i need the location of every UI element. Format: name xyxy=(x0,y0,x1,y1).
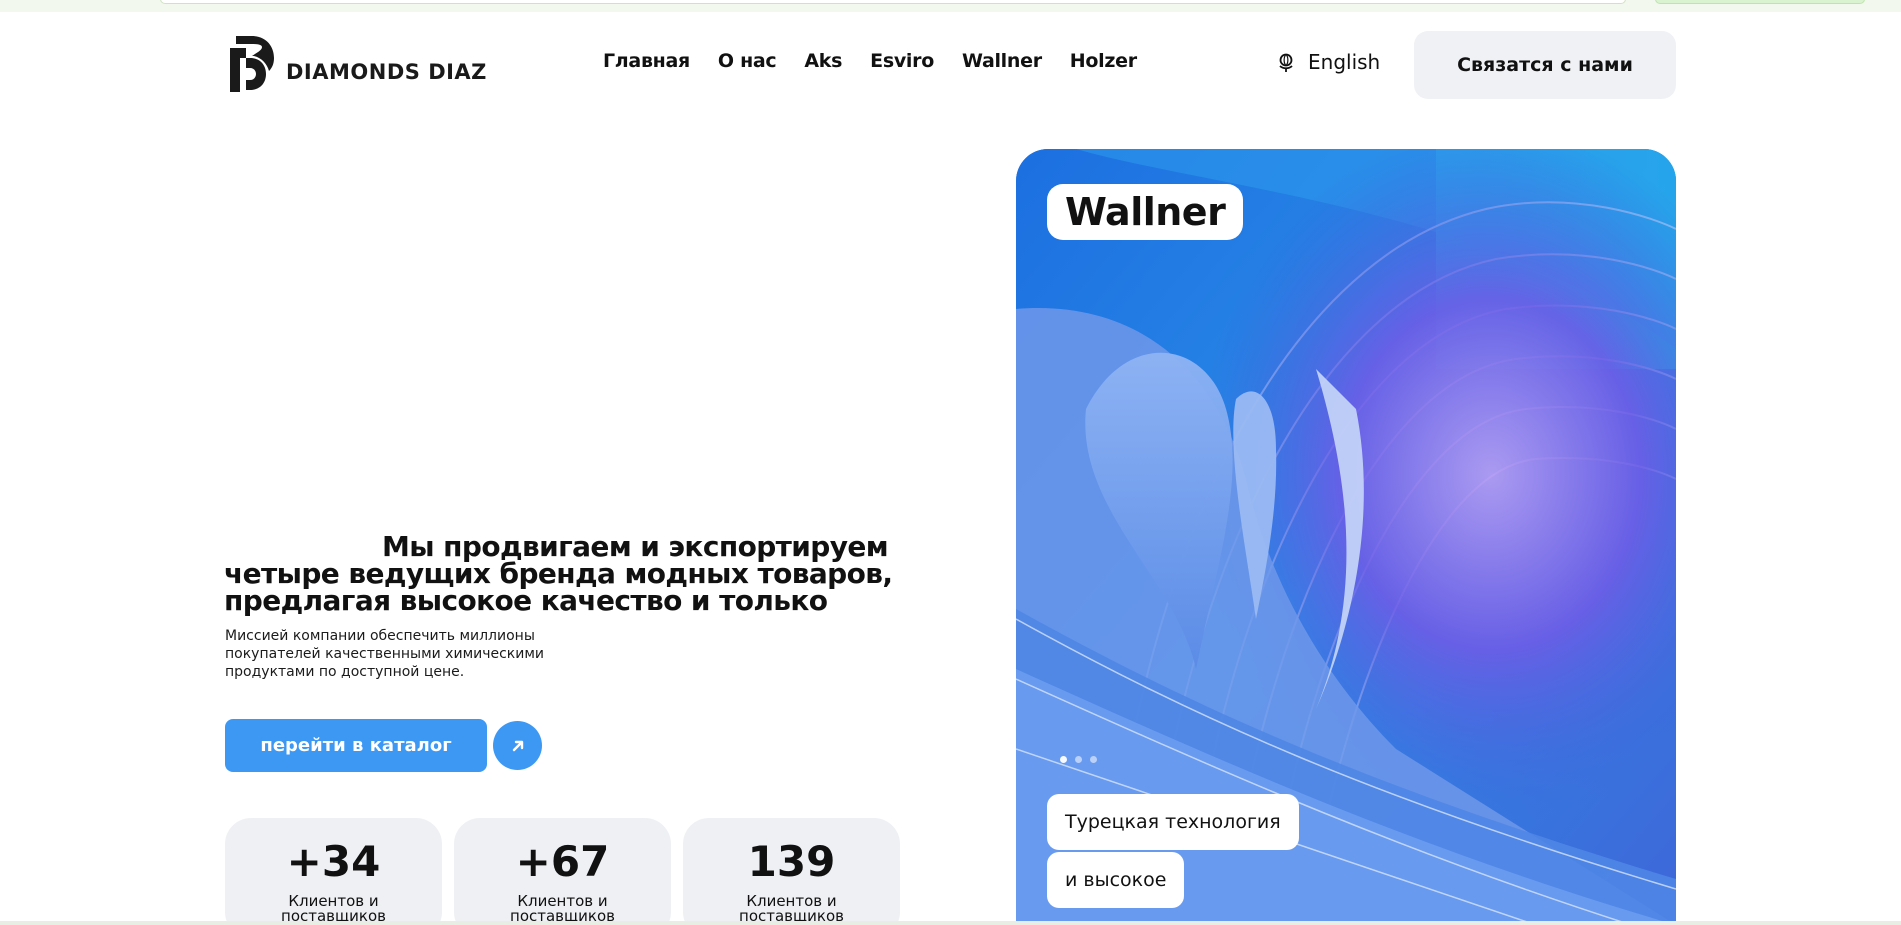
nav-link-about[interactable]: О нас xyxy=(718,50,777,72)
stat-value: 139 xyxy=(747,837,836,886)
nav-link-home[interactable]: Главная xyxy=(603,50,690,72)
main-nav: Главная О нас Aks Esviro Wallner Holzer xyxy=(603,50,1137,72)
slider-dot[interactable] xyxy=(1075,756,1082,763)
hero-description: Миссией компании обеспечить миллионы пок… xyxy=(225,628,545,680)
stat-card: 139 Клиентов и поставщиков xyxy=(683,818,900,925)
nav-link-esviro[interactable]: Esviro xyxy=(870,50,934,72)
catalog-arrow-button[interactable] xyxy=(493,721,542,770)
browser-top-strip xyxy=(0,0,1901,12)
language-switcher[interactable]: English xyxy=(1276,50,1380,74)
nav-link-aks[interactable]: Aks xyxy=(804,50,842,72)
brand-name: DIAMONDS DIAZ xyxy=(286,60,487,84)
nav-link-wallner[interactable]: Wallner xyxy=(962,50,1042,72)
stat-card: +34 Клиентов и поставщиков xyxy=(225,818,442,925)
toolbar-pill-edge xyxy=(1655,0,1865,4)
page-bottom-edge xyxy=(0,921,1901,925)
slider-dot[interactable] xyxy=(1060,756,1067,763)
language-label: English xyxy=(1308,50,1381,74)
stat-label: Клиентов и поставщиков xyxy=(281,892,386,925)
dd-monogram-icon xyxy=(230,36,274,92)
contact-us-button[interactable]: Связатся с нами xyxy=(1414,31,1676,99)
brand-slider-card[interactable]: Wallner Турецкая технология и высокое xyxy=(1016,149,1676,925)
headline-line: предлагая высокое качество и только xyxy=(224,584,828,617)
slider-dots xyxy=(1060,756,1097,763)
stats-row: +34 Клиентов и поставщиков +67 Клиентов … xyxy=(225,818,900,925)
card-brand-title: Wallner xyxy=(1047,184,1244,240)
headline-line: Мы продвигаем и экспортируем xyxy=(382,530,889,563)
stat-label: Клиентов и поставщиков xyxy=(510,892,615,925)
brand-logo[interactable]: DIAMONDS DIAZ xyxy=(228,34,487,94)
go-to-catalog-button[interactable]: перейти в каталог xyxy=(225,719,487,772)
card-feature-tag: и высокое xyxy=(1047,852,1185,908)
arrow-up-right-icon xyxy=(512,740,523,751)
stat-value: +67 xyxy=(515,837,610,886)
stat-card: +67 Клиентов и поставщиков xyxy=(454,818,671,925)
nav-link-holzer[interactable]: Holzer xyxy=(1070,50,1137,72)
stat-label: Клиентов и поставщиков xyxy=(739,892,844,925)
slider-dot[interactable] xyxy=(1090,756,1097,763)
headline-line: четыре ведущих бренда модных товаров, xyxy=(224,557,893,590)
address-bar-edge xyxy=(160,0,1626,4)
card-feature-tag: Турецкая технология xyxy=(1047,794,1299,850)
stat-value: +34 xyxy=(286,837,381,886)
globe-icon xyxy=(1279,53,1293,72)
hero-headline: Мы продвигаем и экспортируем четыре веду… xyxy=(224,530,984,617)
